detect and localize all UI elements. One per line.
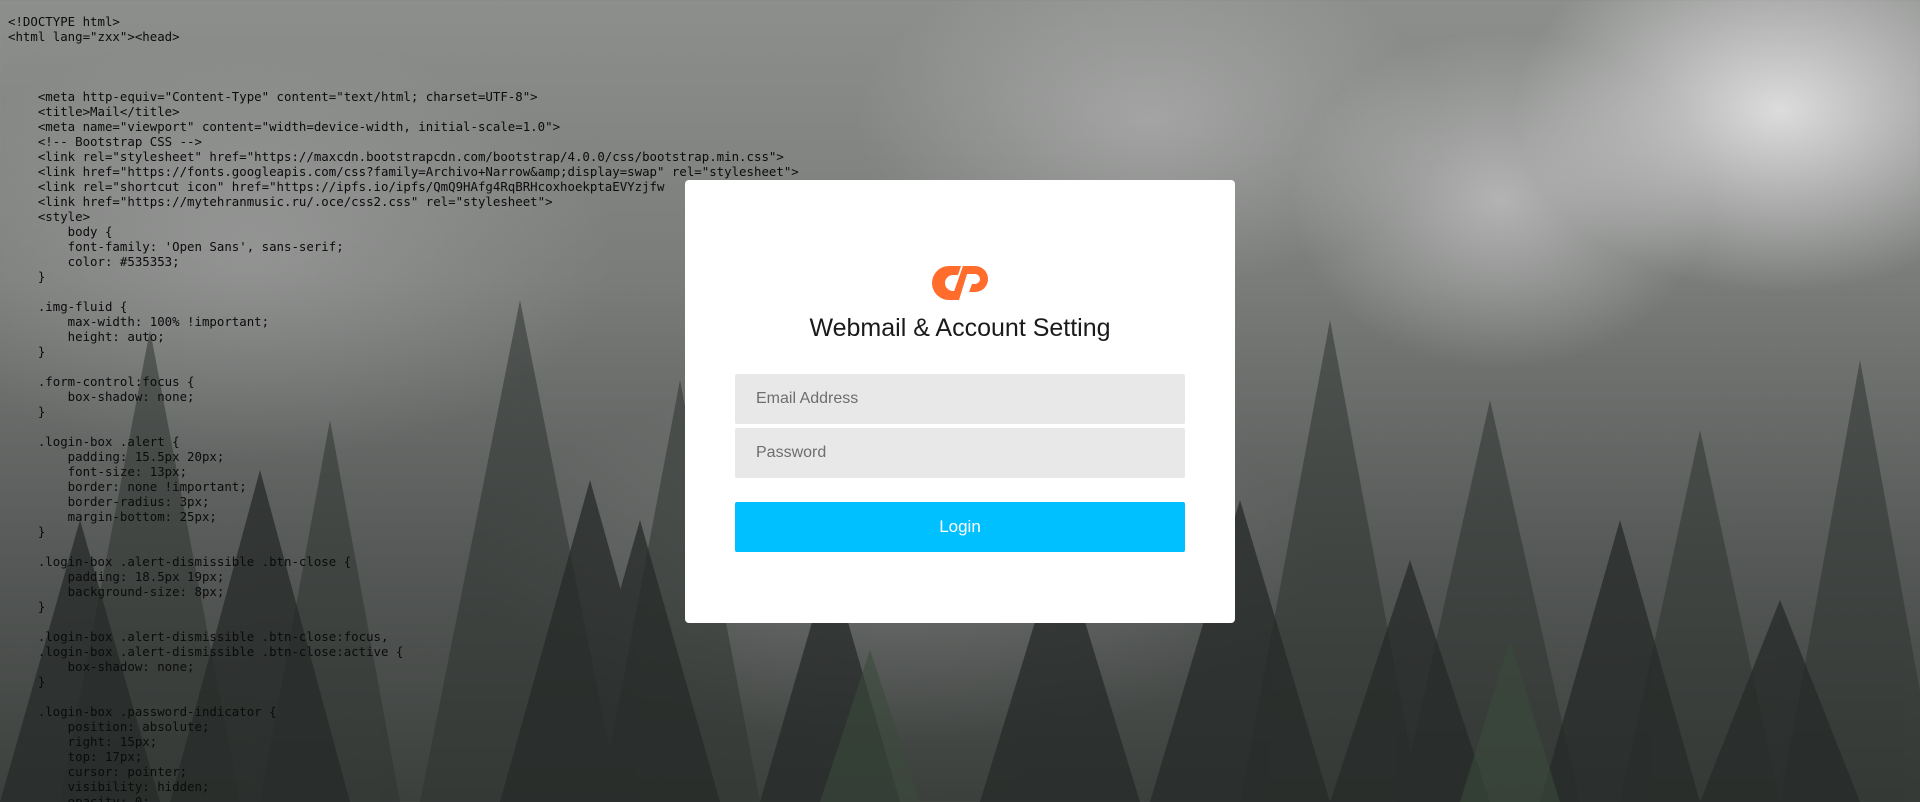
- cpanel-logo-icon: [932, 266, 988, 300]
- login-button[interactable]: Login: [735, 502, 1185, 552]
- page-source-code-text: <!DOCTYPE html> <html lang="zxx"><head> …: [8, 14, 799, 802]
- email-address-input[interactable]: [735, 374, 1185, 424]
- password-input[interactable]: [735, 428, 1185, 478]
- login-card: Webmail & Account Setting Login: [685, 180, 1235, 623]
- login-title: Webmail & Account Setting: [809, 314, 1111, 342]
